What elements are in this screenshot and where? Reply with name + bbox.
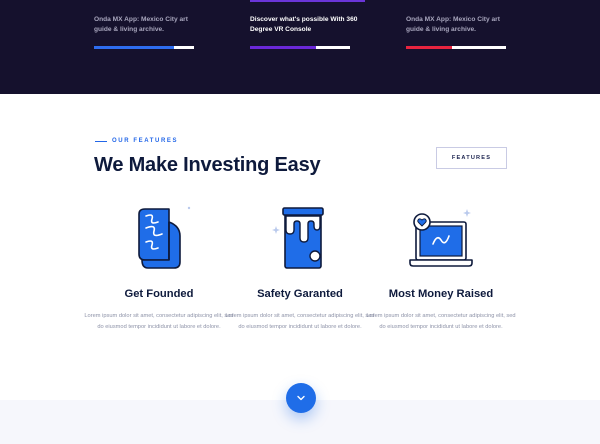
feature-title: Most Money Raised xyxy=(388,288,494,300)
feature-title: Get Founded xyxy=(124,288,194,300)
slide-progress-fill xyxy=(94,46,174,49)
active-slide-indicator xyxy=(250,0,365,2)
chevron-down-icon xyxy=(297,395,305,401)
slide-progress-bar xyxy=(250,46,350,49)
feature-description: Lorem ipsum dolor sit amet, consectetur … xyxy=(366,313,516,330)
feature-card-get-founded: Get Founded Lorem ipsum dolor sit amet, … xyxy=(84,204,234,332)
laptop-heart-icon xyxy=(409,209,473,267)
feature-description: Lorem ipsum dolor sit amet, consectetur … xyxy=(225,313,375,330)
feature-description: Lorem ipsum dolor sit amet, consectetur … xyxy=(84,313,234,330)
section-heading: We Make Investing Easy xyxy=(94,154,321,176)
slide-caption: Discover what's possible With 360 Degree… xyxy=(250,16,358,33)
slide-caption: Onda MX App: Mexico City art guide & liv… xyxy=(94,16,188,33)
feature-title: Safety Garanted xyxy=(257,288,343,300)
section-eyebrow: OUR FEATURES xyxy=(95,138,178,144)
paint-bucket-icon xyxy=(272,207,324,269)
slide-item-3[interactable]: Onda MX App: Mexico City art guide & liv… xyxy=(406,15,518,49)
slide-progress-fill xyxy=(406,46,452,49)
slide-progress-bar xyxy=(94,46,194,49)
feature-card-safety-garanted: Safety Garanted Lorem ipsum dolor sit am… xyxy=(225,204,375,332)
eyebrow-label: OUR FEATURES xyxy=(112,138,179,144)
slide-item-1[interactable]: Onda MX App: Mexico City art guide & liv… xyxy=(94,15,206,49)
top-slider-band: Onda MX App: Mexico City art guide & liv… xyxy=(0,0,600,94)
document-icon xyxy=(138,206,191,269)
eyebrow-line xyxy=(95,140,107,142)
scroll-down-button[interactable] xyxy=(286,383,316,413)
features-button[interactable]: FEATURES xyxy=(436,147,507,169)
feature-card-most-money-raised: Most Money Raised Lorem ipsum dolor sit … xyxy=(366,204,516,332)
slide-progress-fill xyxy=(250,46,316,49)
slide-item-2[interactable]: Discover what's possible With 360 Degree… xyxy=(250,15,362,49)
slide-caption: Onda MX App: Mexico City art guide & liv… xyxy=(406,16,500,33)
slide-progress-bar xyxy=(406,46,506,49)
